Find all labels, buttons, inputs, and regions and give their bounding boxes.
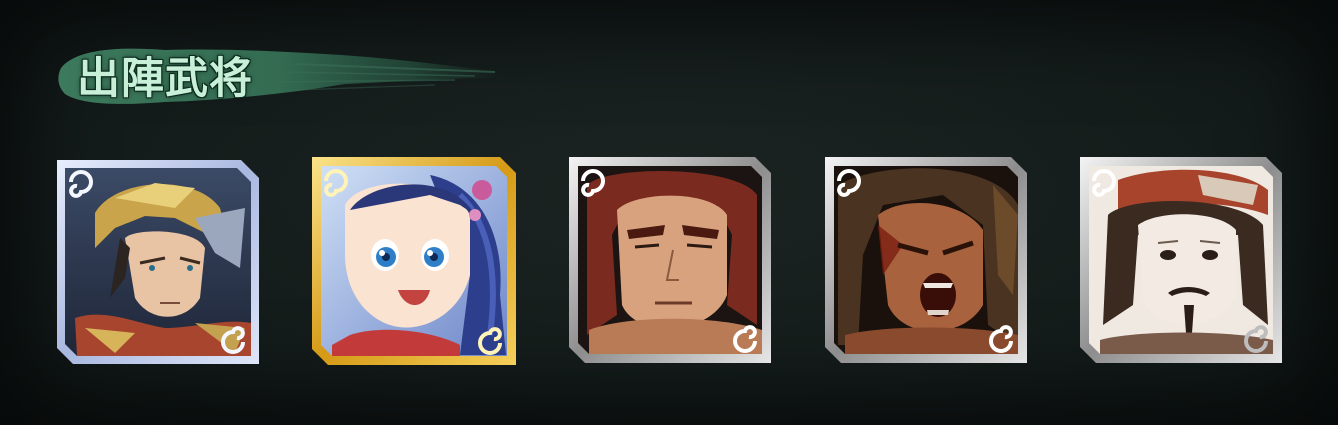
general-card-5[interactable] — [1078, 155, 1284, 363]
section-title: 出陣武将 — [77, 54, 253, 104]
general-card-4[interactable] — [823, 155, 1029, 363]
armored-warrior-portrait-icon — [57, 160, 259, 364]
bearded-scholar-portrait-icon — [1080, 157, 1282, 363]
general-card-2[interactable] — [310, 155, 516, 365]
section-header: 出陣武将 — [55, 38, 505, 113]
general-card-3[interactable] — [567, 155, 773, 363]
shouting-warrior-portrait-icon — [825, 157, 1027, 363]
red-haired-warrior-portrait-icon — [569, 157, 771, 363]
general-card-1[interactable] — [55, 158, 261, 366]
smiling-girl-portrait-icon — [312, 157, 516, 365]
